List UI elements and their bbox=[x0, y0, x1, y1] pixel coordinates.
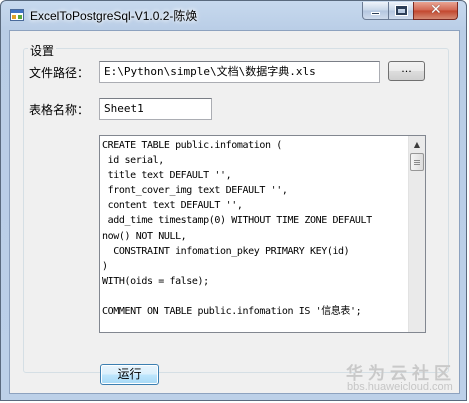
sql-line: content text DEFAULT '', bbox=[102, 200, 243, 212]
sql-line: ) bbox=[102, 260, 108, 272]
close-icon: ✕ bbox=[430, 2, 442, 18]
sql-line: title text DEFAULT '', bbox=[102, 170, 232, 182]
sheet-name-input[interactable]: Sheet1 bbox=[99, 98, 212, 120]
sql-output-textarea[interactable]: CREATE TABLE public.infomation ( id seri… bbox=[99, 135, 426, 333]
minimize-icon bbox=[371, 12, 380, 15]
app-window-icon[interactable] bbox=[10, 9, 24, 21]
minimize-button[interactable] bbox=[362, 2, 389, 20]
grip-line bbox=[414, 160, 420, 161]
vertical-scrollbar[interactable]: ▲ bbox=[408, 136, 425, 332]
sql-line bbox=[102, 289, 407, 304]
file-path-input[interactable]: E:\Python\simple\文档\数据字典.xls bbox=[99, 61, 380, 83]
sql-output-text: CREATE TABLE public.infomation ( id seri… bbox=[102, 138, 407, 319]
file-path-label: 文件路径： bbox=[29, 66, 90, 80]
sql-line: CREATE TABLE public.infomation ( bbox=[102, 140, 282, 151]
sql-line: CONSTRAINT infomation_pkey PRIMARY KEY(i… bbox=[102, 245, 350, 257]
maximize-button[interactable] bbox=[388, 2, 414, 20]
sql-line: front_cover_img text DEFAULT '', bbox=[102, 185, 288, 197]
run-button[interactable]: 运行 bbox=[100, 364, 159, 385]
title-bar[interactable]: ExcelToPostgreSql-V1.0.2-陈焕 ✕ bbox=[1, 1, 466, 29]
scroll-thumb[interactable] bbox=[410, 153, 424, 171]
watermark-url: bbs.huaweicloud.com bbox=[347, 381, 453, 393]
window-title: ExcelToPostgreSql-V1.0.2-陈焕 bbox=[30, 9, 198, 23]
sql-line: COMMENT ON TABLE public.infomation IS '信… bbox=[102, 306, 362, 318]
grip-line bbox=[414, 164, 420, 165]
close-button[interactable]: ✕ bbox=[413, 2, 458, 20]
scroll-up-arrow-icon[interactable]: ▲ bbox=[409, 136, 425, 153]
form-client-area: 设置 文件路径： E:\Python\simple\文档\数据字典.xls ..… bbox=[9, 30, 460, 394]
app-window: ExcelToPostgreSql-V1.0.2-陈焕 ✕ 设置 文件路径： E… bbox=[0, 0, 467, 401]
sheet-name-label: 表格名称： bbox=[29, 103, 90, 117]
sql-line: now() NOT NULL, bbox=[102, 230, 187, 242]
grip-line bbox=[414, 162, 420, 163]
maximize-icon bbox=[396, 6, 407, 15]
settings-group-label: 设置 bbox=[28, 42, 57, 59]
sql-line: id serial, bbox=[102, 155, 165, 167]
sql-line: add_time timestamp(0) WITHOUT TIME ZONE … bbox=[102, 215, 373, 227]
sql-line: WITH(oids = false); bbox=[102, 275, 209, 287]
browse-button[interactable]: ... bbox=[388, 61, 425, 81]
